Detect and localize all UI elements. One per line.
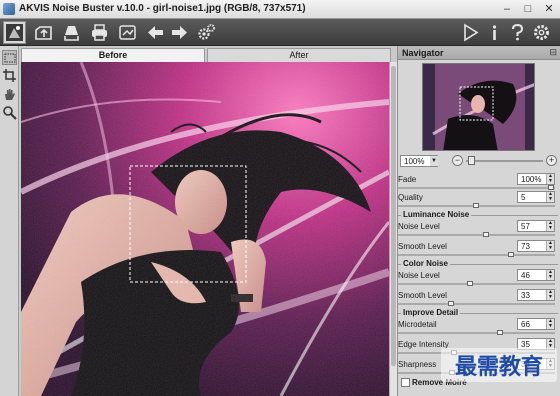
zoom-in-icon[interactable]: +	[546, 155, 557, 166]
param-label: Fade	[398, 175, 417, 184]
quality-field[interactable]: 5 ▲ ▼	[517, 191, 555, 203]
open-icon[interactable]	[33, 22, 54, 43]
lum-noise-field[interactable]: 57 ▲ ▼	[517, 220, 555, 232]
spinner-icon[interactable]: ▲▼	[546, 221, 554, 231]
info-icon[interactable]	[484, 22, 505, 43]
spinner-icon[interactable]: ▲▼	[546, 174, 554, 184]
param-label: Noise Level	[398, 222, 440, 231]
zoom-slider-handle[interactable]	[468, 156, 475, 165]
lum-smooth-slider[interactable]	[398, 254, 555, 256]
param-lum-noise: Noise Level 57 ▲ ▼	[398, 219, 560, 239]
canvas-scrollbar[interactable]	[389, 62, 397, 396]
section-title: Color Noise	[401, 259, 450, 268]
title-bar: AKVIS Noise Buster v.10.0 - girl-noise1.…	[0, 0, 560, 19]
print-icon[interactable]	[89, 22, 110, 43]
chevron-down-icon[interactable]: ▼	[430, 156, 438, 166]
run-icon[interactable]	[460, 22, 481, 43]
param-label: Sharpness	[398, 360, 437, 369]
section-title: Luminance Noise	[401, 210, 472, 219]
fade-slider[interactable]	[398, 187, 555, 189]
watermark-text: 最需教育	[455, 354, 543, 380]
lum-noise-slider-handle[interactable]	[483, 232, 489, 237]
settings-panel: Navigator ⊟ 100% ▼ − + Fade 100% ▲ ▼ Qua…	[397, 46, 560, 396]
zoom-controls: 100% ▼ − +	[398, 154, 560, 168]
photo-girl-noise	[21, 62, 389, 396]
view-tabs: Before After	[21, 48, 391, 62]
spinner-icon[interactable]: ▲▼	[546, 319, 554, 329]
share-icon[interactable]	[117, 22, 138, 43]
section-title: Improve Detail	[401, 308, 461, 317]
param-label: Smooth Level	[398, 242, 447, 251]
param-col-smooth: Smooth Level 33 ▲ ▼	[398, 288, 560, 308]
minimize-icon[interactable]: –	[496, 1, 518, 17]
undo-icon[interactable]	[145, 22, 166, 43]
app-icon	[3, 3, 15, 15]
main-toolbar	[0, 19, 560, 46]
spinner-icon[interactable]: ▲▼	[546, 290, 554, 300]
col-smooth-field[interactable]: 33 ▲ ▼	[517, 289, 555, 301]
redo-icon[interactable]	[169, 22, 190, 43]
zoom-slider[interactable]	[466, 160, 543, 162]
zoom-tool-icon[interactable]	[2, 105, 17, 120]
param-quality: Quality 5 ▲ ▼	[398, 190, 560, 210]
scrollbar-thumb[interactable]	[391, 66, 396, 366]
watermark: 最需教育	[441, 348, 557, 382]
param-label: Microdetail	[398, 320, 437, 329]
microdetail-slider-handle[interactable]	[497, 330, 503, 335]
preferences-icon[interactable]	[531, 22, 552, 43]
navigator-header: Navigator ⊟	[398, 46, 560, 60]
param-label: Smooth Level	[398, 291, 447, 300]
spinner-icon[interactable]: ▲▼	[546, 241, 554, 251]
col-noise-field[interactable]: 46 ▲ ▼	[517, 269, 555, 281]
microdetail-slider[interactable]	[398, 332, 555, 334]
tool-strip	[0, 46, 19, 396]
help-icon[interactable]	[507, 22, 528, 43]
lum-noise-slider[interactable]	[398, 234, 555, 236]
col-smooth-slider[interactable]	[398, 303, 555, 305]
hand-tool-icon[interactable]	[2, 87, 17, 102]
crop-tool-icon[interactable]	[2, 68, 17, 83]
lum-smooth-slider-handle[interactable]	[508, 252, 514, 257]
quality-slider-handle[interactable]	[473, 203, 479, 208]
close-icon[interactable]: ✕	[538, 1, 560, 17]
zoom-out-icon[interactable]: −	[452, 155, 463, 166]
lum-smooth-field[interactable]: 73 ▲ ▼	[517, 240, 555, 252]
fade-field[interactable]: 100% ▲ ▼	[517, 173, 555, 185]
maximize-icon[interactable]: □	[517, 1, 539, 17]
col-noise-slider[interactable]	[398, 283, 555, 285]
settings-icon[interactable]	[196, 22, 217, 43]
param-fade: Fade 100% ▲ ▼	[398, 172, 560, 192]
navigator-title: Navigator	[402, 48, 444, 58]
image-canvas[interactable]	[21, 62, 389, 396]
window-title: AKVIS Noise Buster v.10.0 - girl-noise1.…	[19, 3, 306, 14]
tab-after[interactable]: After	[207, 48, 391, 62]
save-icon[interactable]	[61, 22, 82, 43]
param-microdetail: Microdetail 66 ▲ ▼	[398, 317, 560, 337]
param-label: Quality	[398, 193, 423, 202]
param-label: Noise Level	[398, 271, 440, 280]
col-noise-slider-handle[interactable]	[467, 281, 473, 286]
workspace-icon[interactable]	[3, 21, 26, 44]
col-smooth-slider-handle[interactable]	[448, 301, 454, 306]
collapse-icon[interactable]: ⊟	[549, 47, 557, 58]
remove-moire-checkbox[interactable]	[401, 378, 410, 387]
spinner-icon[interactable]: ▲▼	[546, 192, 554, 202]
param-col-noise: Noise Level 46 ▲ ▼	[398, 268, 560, 288]
zoom-select[interactable]: 100% ▼	[400, 155, 438, 167]
param-lum-smooth: Smooth Level 73 ▲ ▼	[398, 239, 560, 259]
tab-before[interactable]: Before	[21, 48, 205, 62]
preview-window-tool-icon[interactable]	[2, 50, 17, 65]
zoom-value: 100%	[404, 157, 425, 166]
navigator-thumbnail[interactable]	[422, 63, 535, 151]
microdetail-field[interactable]: 66 ▲ ▼	[517, 318, 555, 330]
spinner-icon[interactable]: ▲▼	[546, 270, 554, 280]
